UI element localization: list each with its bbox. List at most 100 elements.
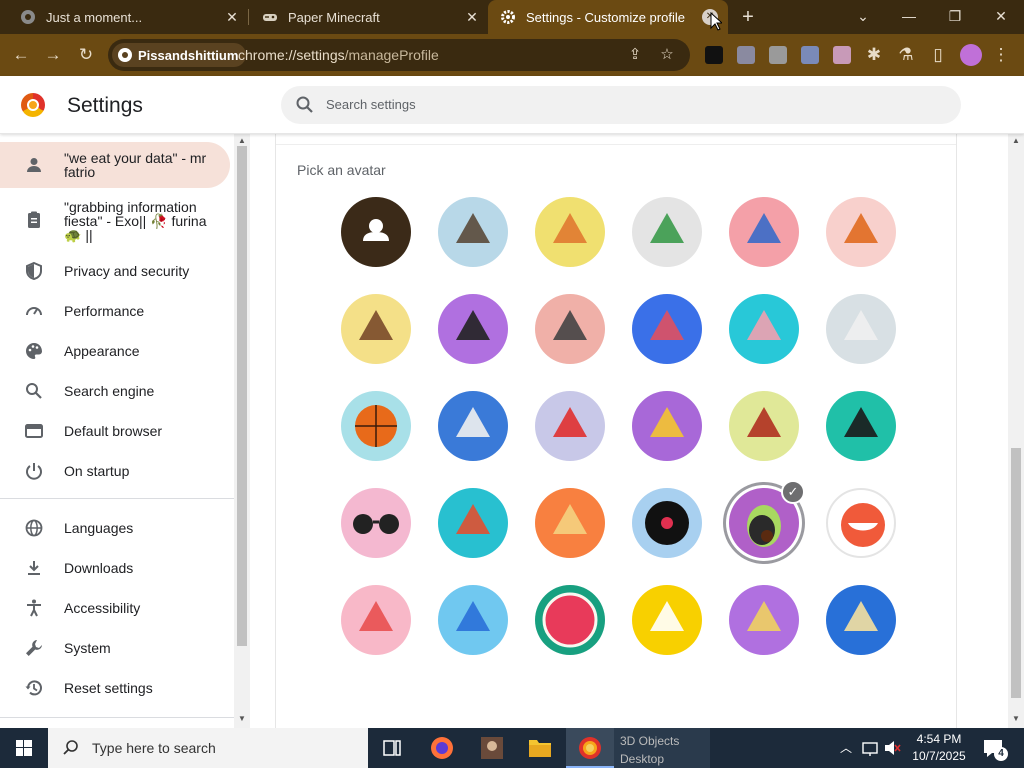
sidebar-item-system[interactable]: System <box>0 628 230 668</box>
avatar-unicorn[interactable] <box>826 294 896 364</box>
forward-arrow-icon[interactable]: → <box>40 42 66 68</box>
avatar-cat[interactable] <box>438 197 508 267</box>
avatar-sunglasses[interactable] <box>341 488 411 558</box>
accessibility-icon <box>24 598 44 618</box>
extension-icon[interactable] <box>737 46 755 64</box>
taskbar-search-placeholder: Type here to search <box>92 740 216 756</box>
avatar-dragon[interactable] <box>632 197 702 267</box>
avatar-tamagotchi[interactable] <box>535 488 605 558</box>
globe-favicon-icon <box>20 9 36 25</box>
sidebar-item-performance[interactable]: Performance <box>0 291 230 331</box>
sidebar-item-label: Performance <box>64 303 145 319</box>
windows-start-button[interactable] <box>0 728 48 768</box>
file-explorer-icon[interactable] <box>516 728 564 768</box>
taskbar-search-box[interactable]: Type here to search <box>48 728 368 768</box>
chrome-logo-icon <box>21 93 45 117</box>
tab-settings[interactable]: Settings - Customize profile ✕ <box>488 0 728 34</box>
firefox-icon[interactable] <box>418 728 466 768</box>
profile-avatar[interactable] <box>960 44 982 66</box>
avatar-fox[interactable] <box>535 197 605 267</box>
side-panel-icon[interactable]: ▯ <box>925 42 951 68</box>
search-settings-field[interactable]: Search settings <box>281 86 961 124</box>
avatar-pizza[interactable] <box>729 585 799 655</box>
restore-button[interactable]: ❐ <box>932 0 978 32</box>
avatar-bird[interactable] <box>535 391 605 461</box>
game-app-icon[interactable] <box>468 728 516 768</box>
site-info-chip[interactable]: Pissandshittium <box>112 43 247 67</box>
avatar-monkey[interactable] <box>341 294 411 364</box>
avatar-football[interactable] <box>729 391 799 461</box>
tab-paper-minecraft[interactable]: Paper Minecraft ✕ <box>244 0 488 34</box>
tab-just-a-moment[interactable]: Just a moment... ✕ <box>0 0 248 34</box>
avatar-butterfly[interactable] <box>632 294 702 364</box>
avatar-sushi-plate[interactable] <box>826 391 896 461</box>
sidebar-item-on-startup[interactable]: On startup <box>0 451 230 491</box>
sidebar-item-search-engine[interactable]: Search engine <box>0 371 230 411</box>
scroll-up-arrow-icon[interactable]: ▲ <box>237 136 247 145</box>
sidebar-item-downloads[interactable]: Downloads <box>0 548 230 588</box>
avatar-generic-person[interactable] <box>341 197 411 267</box>
sidebar-item-profile-we-eat-your-data[interactable]: "we eat your data" - mr fatrio <box>0 142 230 188</box>
network-icon[interactable] <box>860 728 882 768</box>
taskbar-clock[interactable]: 4:54 PM 10/7/2025 <box>898 731 980 765</box>
sidebar-item-default-browser[interactable]: Default browser <box>0 411 230 451</box>
avatar-fox-alt[interactable] <box>826 197 896 267</box>
avatar-panda[interactable] <box>438 294 508 364</box>
address-bar[interactable]: Pissandshittium chrome://settings/manage… <box>108 39 690 71</box>
reload-icon[interactable]: ↻ <box>73 42 99 68</box>
show-hidden-icons-chevron-icon[interactable]: ︿ <box>836 728 856 768</box>
close-tab-icon[interactable]: ✕ <box>222 9 242 26</box>
sidebar-item-profile-grabbing-information[interactable]: "grabbing information fiesta" - Exo|| 🥀 … <box>0 196 230 244</box>
sidebar-item-languages[interactable]: Languages <box>0 508 230 548</box>
avatar-sushi[interactable] <box>438 488 508 558</box>
chromium-taskbar-icon[interactable] <box>566 728 614 768</box>
notifications-icon[interactable]: 4 <box>978 728 1010 768</box>
share-icon[interactable]: ⇪ <box>624 44 646 66</box>
scroll-up-arrow-icon[interactable]: ▲ <box>1011 136 1021 145</box>
bookmark-star-icon[interactable]: ☆ <box>656 44 678 66</box>
new-tab-button[interactable]: + <box>736 5 760 29</box>
globe-icon <box>24 518 44 538</box>
avatar-smile[interactable] <box>826 488 896 558</box>
avatar-bike[interactable] <box>438 391 508 461</box>
sidebar-item-appearance[interactable]: Appearance <box>0 331 230 371</box>
explorer-peek-preview: 3D Objects Desktop <box>614 728 710 768</box>
main-scroll-thumb[interactable] <box>1011 448 1021 698</box>
sidebar-item-label: Search engine <box>64 383 155 399</box>
avatar-penguin[interactable] <box>535 294 605 364</box>
url-text[interactable]: chrome://settings/manageProfile <box>238 47 439 63</box>
menu-kebab-icon[interactable]: ⋮ <box>988 42 1014 68</box>
close-tab-icon[interactable]: ✕ <box>462 9 482 26</box>
sidebar-scrollbar[interactable]: ▲ ▼ <box>234 134 250 728</box>
tab-search-chevron-icon[interactable]: ⌄ <box>840 0 886 32</box>
sidebar-scroll-thumb[interactable] <box>237 146 247 646</box>
image-extension-icon[interactable] <box>801 46 819 64</box>
avatar-rabbit[interactable] <box>729 294 799 364</box>
avatar-ice-cream[interactable] <box>341 585 411 655</box>
roblox-extension-icon[interactable] <box>705 46 723 64</box>
power-icon <box>24 461 44 481</box>
back-arrow-icon[interactable]: ← <box>8 42 34 68</box>
avatar-sandwich[interactable] <box>826 585 896 655</box>
avatar-basketball[interactable] <box>341 391 411 461</box>
avatar-cheese[interactable] <box>632 391 702 461</box>
sidebar-item-reset-settings[interactable]: Reset settings <box>0 668 230 708</box>
media-extension-icon[interactable] <box>833 46 851 64</box>
scroll-down-arrow-icon[interactable]: ▼ <box>237 714 247 723</box>
flask-icon[interactable]: ⚗ <box>893 42 919 68</box>
puzzle-extensions-icon[interactable]: ✱ <box>861 42 887 68</box>
sidebar-item-label: Languages <box>64 520 134 536</box>
sidebar-item-accessibility[interactable]: Accessibility <box>0 588 230 628</box>
sidebar-item-privacy-and-security[interactable]: Privacy and security <box>0 251 230 291</box>
scroll-down-arrow-icon[interactable]: ▼ <box>1011 714 1021 723</box>
main-scrollbar[interactable]: ▲ ▼ <box>1008 134 1024 728</box>
avatar-watermelon[interactable] <box>535 585 605 655</box>
close-window-button[interactable]: ✕ <box>978 0 1024 32</box>
avatar-cubes[interactable] <box>438 585 508 655</box>
minimize-button[interactable]: — <box>886 0 932 32</box>
grammar-extension-icon[interactable] <box>769 46 787 64</box>
avatar-vinyl[interactable] <box>632 488 702 558</box>
avatar-elephant[interactable] <box>729 197 799 267</box>
task-view-icon[interactable] <box>368 728 416 768</box>
avatar-onigiri[interactable] <box>632 585 702 655</box>
